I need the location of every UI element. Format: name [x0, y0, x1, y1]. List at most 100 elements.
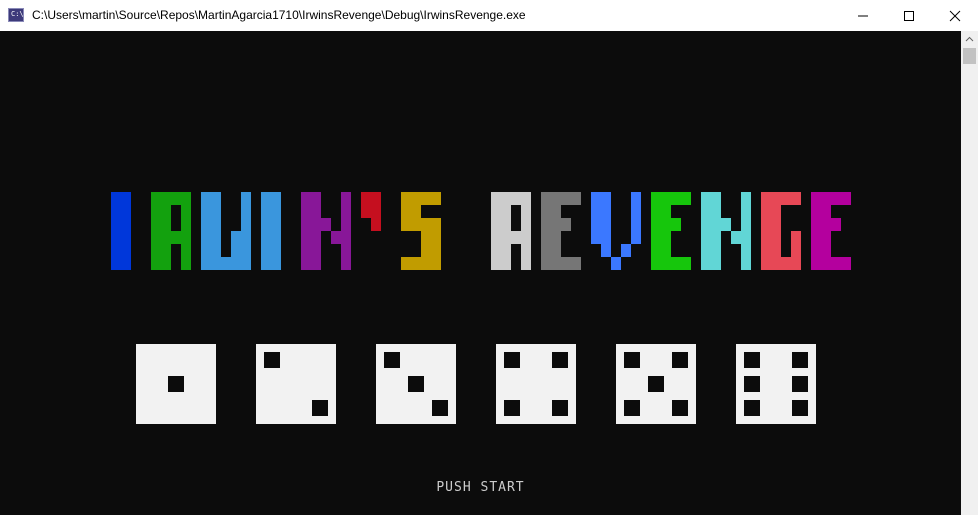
logo-pixel	[811, 244, 821, 257]
logo-pixel	[661, 257, 671, 270]
logo-pixel	[271, 205, 281, 218]
logo-pixel	[431, 218, 441, 231]
logo-pixel	[541, 218, 551, 231]
logo-pixel	[411, 218, 421, 231]
logo-pixel	[711, 257, 721, 270]
logo-pixel	[361, 205, 371, 218]
console-app-icon[interactable]: C:\	[8, 8, 24, 22]
logo-pixel	[321, 218, 331, 231]
logo-pixel	[171, 231, 181, 244]
logo-pixel	[621, 244, 631, 257]
logo-pixel	[241, 257, 251, 270]
logo-pixel	[791, 244, 801, 257]
logo-pixel	[171, 192, 181, 205]
die-pip	[384, 352, 400, 368]
logo-pixel	[731, 231, 741, 244]
logo-pixel	[551, 257, 561, 270]
logo-pixel	[791, 257, 801, 270]
logo-pixel	[541, 231, 551, 244]
logo-pixel	[551, 244, 561, 257]
logo-pixel	[491, 244, 501, 257]
logo-pixel	[271, 218, 281, 231]
logo-pixel	[831, 257, 841, 270]
logo-pixel	[601, 205, 611, 218]
die-pip	[672, 400, 688, 416]
logo-pixel	[711, 218, 721, 231]
maximize-icon	[904, 11, 914, 21]
logo-pixel	[341, 257, 351, 270]
logo-pixel	[661, 244, 671, 257]
logo-pixel	[741, 205, 751, 218]
logo-pixel	[121, 218, 131, 231]
logo-pixel	[151, 192, 161, 205]
logo-pixel	[241, 244, 251, 257]
window-title: C:\Users\martin\Source\Repos\MartinAgarc…	[32, 8, 526, 22]
logo-pixel	[811, 205, 821, 218]
logo-pixel	[201, 218, 211, 231]
scroll-up-button[interactable]	[961, 31, 978, 47]
logo-pixel	[821, 205, 831, 218]
title-bar[interactable]: C:\ C:\Users\martin\Source\Repos\MartinA…	[0, 0, 978, 31]
vertical-scrollbar[interactable]	[961, 31, 978, 515]
minimize-button[interactable]	[840, 0, 886, 31]
logo-pixel	[201, 257, 211, 270]
die-pip	[792, 400, 808, 416]
logo-pixel	[661, 218, 671, 231]
logo-pixel	[161, 192, 171, 205]
logo-pixel	[601, 218, 611, 231]
logo-pixel	[701, 218, 711, 231]
logo-pixel	[841, 192, 851, 205]
logo-pixel	[211, 205, 221, 218]
logo-pixel	[771, 192, 781, 205]
logo-pixel	[261, 192, 271, 205]
logo-pixel	[601, 231, 611, 244]
die-pip	[504, 352, 520, 368]
logo-pixel	[151, 231, 161, 244]
logo-pixel	[701, 257, 711, 270]
logo-pixel	[591, 218, 601, 231]
logo-pixel	[761, 244, 771, 257]
logo-pixel	[181, 192, 191, 205]
logo-pixel	[371, 192, 381, 205]
logo-pixel	[421, 218, 431, 231]
logo-pixel	[491, 218, 501, 231]
logo-pixel	[651, 205, 661, 218]
die-pip	[792, 352, 808, 368]
logo-pixel	[521, 218, 531, 231]
logo-pixel	[301, 231, 311, 244]
die-pip	[552, 352, 568, 368]
logo-pixel	[421, 244, 431, 257]
die-pip	[744, 376, 760, 392]
logo-pixel	[401, 205, 411, 218]
logo-pixel	[701, 205, 711, 218]
logo-pixel	[181, 244, 191, 257]
logo-pixel	[161, 218, 171, 231]
maximize-button[interactable]	[886, 0, 932, 31]
logo-pixel	[811, 218, 821, 231]
logo-pixel	[431, 244, 441, 257]
logo-pixel	[591, 231, 601, 244]
logo-pixel	[601, 192, 611, 205]
close-button[interactable]	[932, 0, 978, 31]
die-face-5	[616, 344, 696, 424]
logo-pixel	[671, 192, 681, 205]
logo-pixel	[271, 257, 281, 270]
logo-pixel	[821, 244, 831, 257]
scroll-thumb[interactable]	[963, 48, 976, 64]
logo-pixel	[261, 205, 271, 218]
logo-pixel	[341, 205, 351, 218]
logo-pixel	[181, 231, 191, 244]
logo-pixel	[121, 231, 131, 244]
logo-pixel	[541, 257, 551, 270]
logo-pixel	[771, 257, 781, 270]
logo-pixel	[261, 218, 271, 231]
logo-pixel	[611, 257, 621, 270]
logo-pixel	[201, 231, 211, 244]
logo-pixel	[811, 231, 821, 244]
logo-pixel	[431, 231, 441, 244]
logo-pixel	[651, 257, 661, 270]
logo-pixel	[571, 192, 581, 205]
logo-pixel	[161, 231, 171, 244]
logo-pixel	[341, 244, 351, 257]
logo-pixel	[431, 257, 441, 270]
